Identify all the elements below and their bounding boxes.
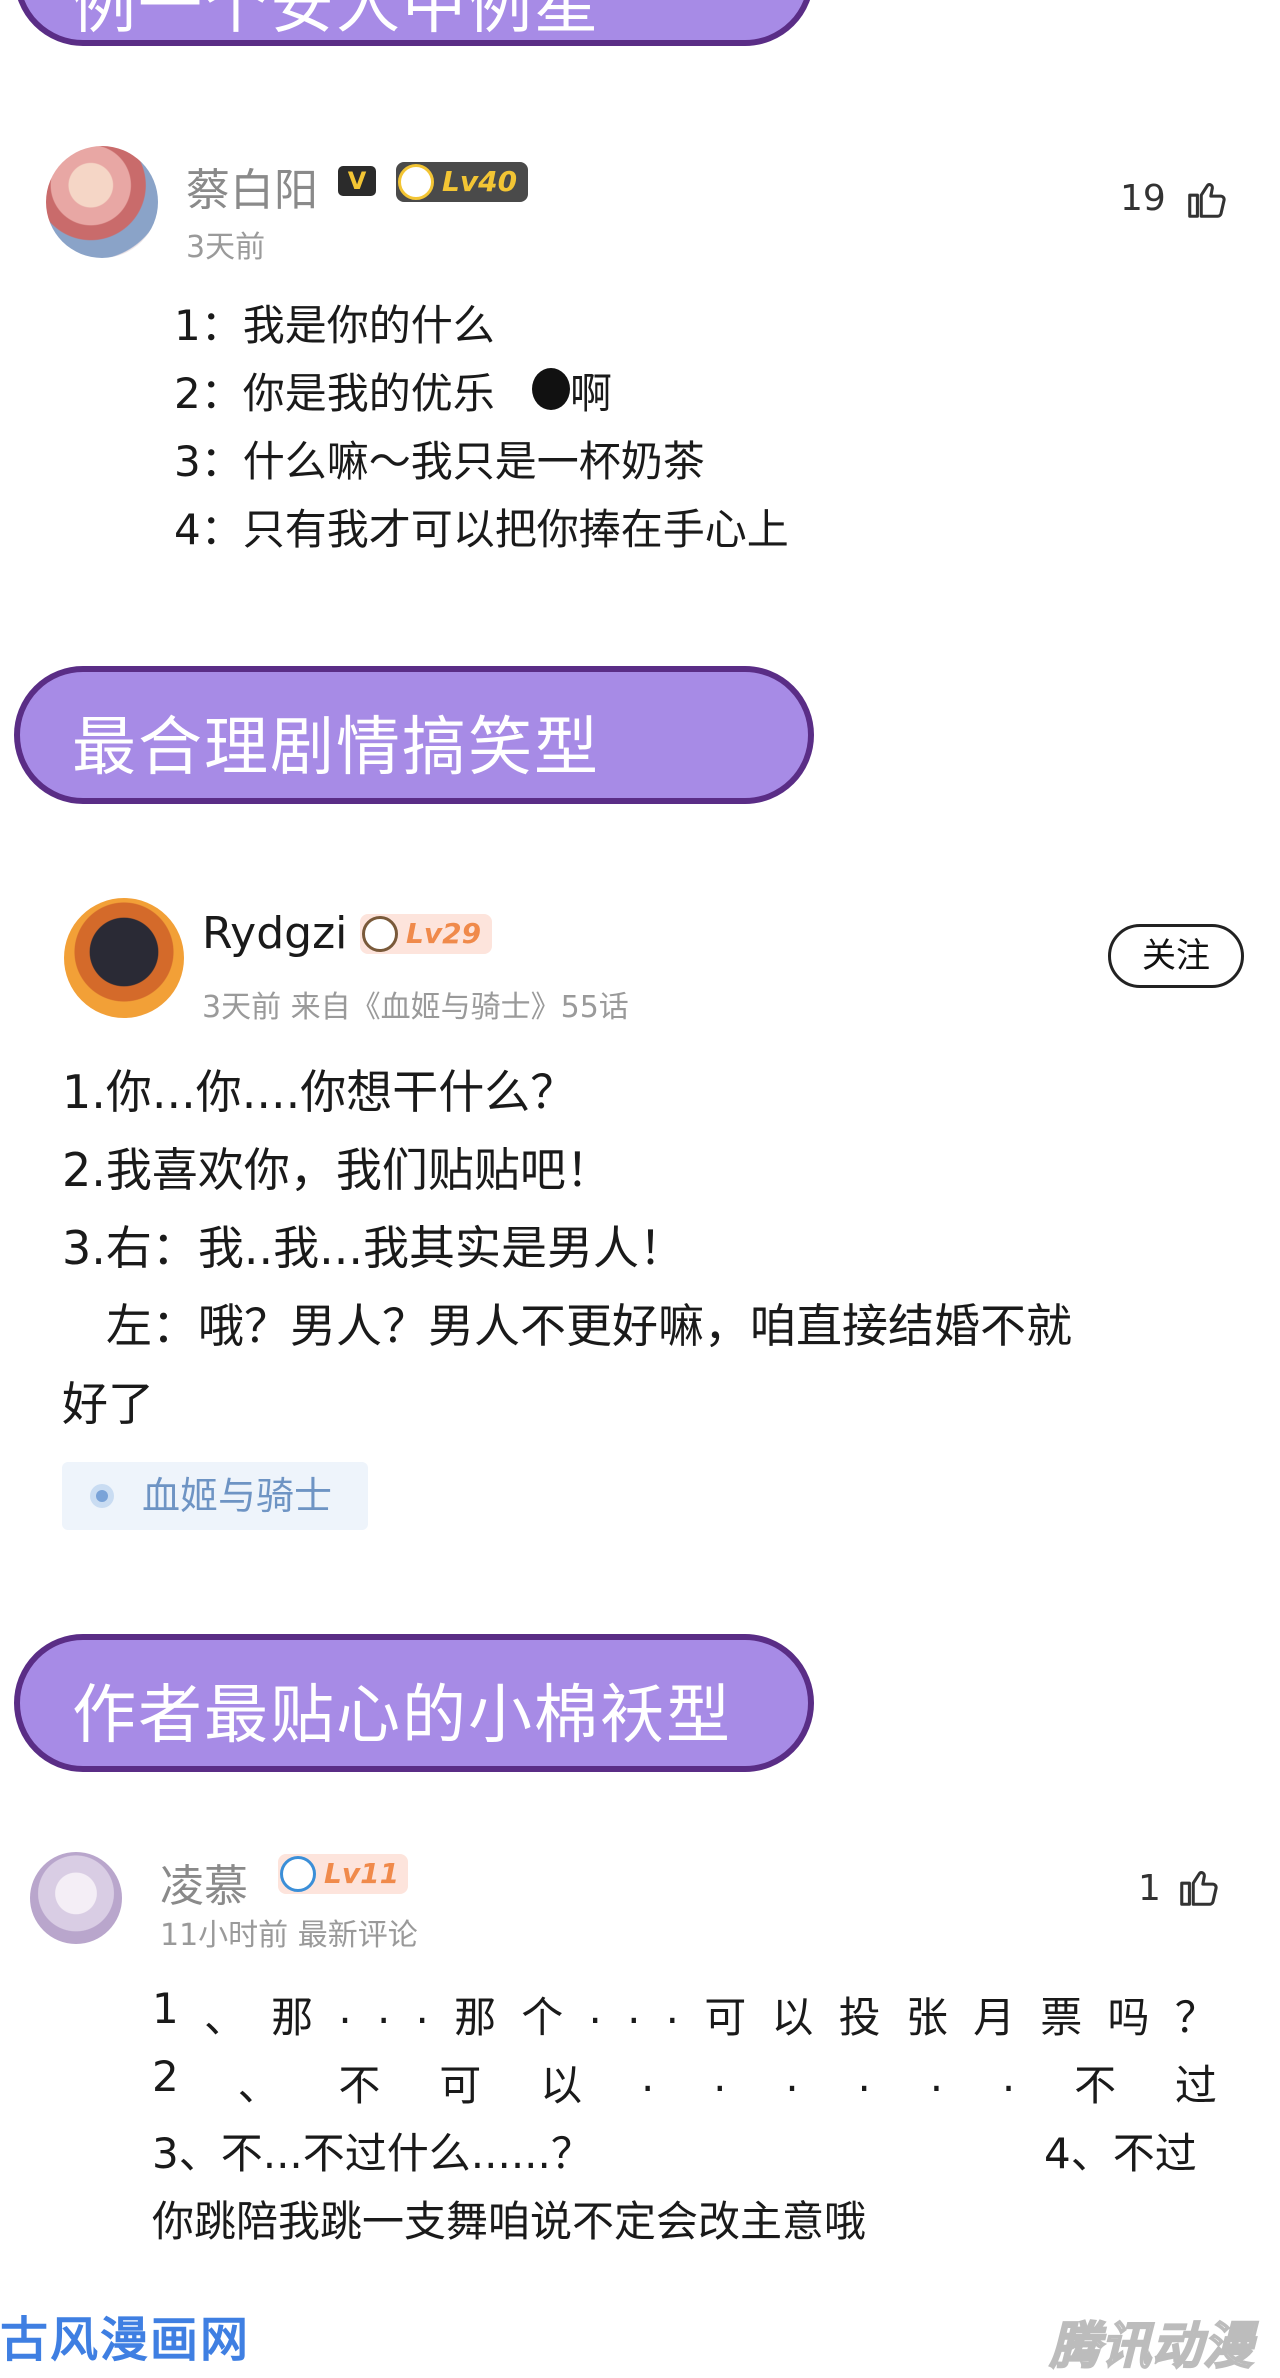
- char: 月: [973, 1993, 1016, 2042]
- topic-tag-label: 血姬与骑士: [142, 1474, 333, 1518]
- banner-title: 作者最贴心的小棉袄型: [72, 1679, 732, 1753]
- site-watermark-right: 腾讯动漫: [1049, 2316, 1254, 2376]
- banner-title: 最合理剧情搞笑型: [72, 711, 600, 785]
- topic-tag[interactable]: 血姬与骑士: [62, 1462, 368, 1530]
- level-text: Lv11: [324, 1857, 400, 1890]
- comment-line-3-left: 3、不...不过什么......？: [152, 2129, 593, 2178]
- char: 吗: [1107, 1993, 1150, 2042]
- comment-line-3: 3：什么嘛～我只是一杯奶茶: [174, 437, 705, 486]
- comment-line-2: 2 、 不 可 以 . . . . . . 不 过: [152, 2052, 1217, 2113]
- username[interactable]: 凌慕: [160, 1850, 248, 1914]
- char: ？: [1174, 1993, 1217, 2042]
- comment-line-2: 2.我喜欢你，我们贴贴吧！: [62, 1143, 612, 1197]
- char: 票: [1040, 1993, 1083, 2042]
- comment-line-4: 你跳陪我跳一支舞咱说不定会改主意哦: [152, 2197, 867, 2246]
- level-text: Lv40: [442, 165, 518, 198]
- section-banner-2: 作者最贴心的小棉袄型: [14, 1634, 814, 1772]
- avatar[interactable]: [30, 1852, 122, 1944]
- comment-line-4: 4：只有我才可以把你捧在手心上: [174, 505, 789, 554]
- char: 那: [454, 1993, 497, 2042]
- char: 过: [1174, 2061, 1217, 2110]
- comment-line-4: 左：哦？男人？男人不更好嘛，咱直接结婚不就: [106, 1299, 1072, 1353]
- char: 可: [704, 1993, 747, 2042]
- char: 可: [439, 2061, 482, 2110]
- level-face-icon: [362, 916, 398, 952]
- comment-line-3-right: 4、不过: [1044, 2129, 1197, 2178]
- char: .: [588, 1984, 602, 2033]
- level-badge: Lv29: [360, 914, 492, 954]
- char: 、: [237, 2061, 280, 2110]
- comment-line-1: 1.你...你....你想干什么？: [62, 1065, 577, 1119]
- char: .: [640, 2052, 655, 2101]
- thumbs-up-icon[interactable]: [1176, 1864, 1222, 1910]
- char: .: [415, 1984, 429, 2033]
- comment-time: 3天前: [186, 230, 266, 265]
- banner-title: 例一个安人中例星: [72, 0, 600, 43]
- level-text: Lv29: [406, 917, 482, 950]
- like-count: 1: [1138, 1868, 1161, 1909]
- crown-icon: [398, 164, 434, 200]
- avatar[interactable]: [46, 146, 158, 258]
- verified-badge: V: [338, 166, 376, 196]
- comment-line-5: 好了: [62, 1377, 154, 1431]
- thumbs-up-icon[interactable]: [1184, 176, 1230, 222]
- char: 不: [338, 2061, 381, 2110]
- comment-line-2: 2：你是我的优乐: [174, 369, 495, 418]
- char: 以: [771, 1993, 814, 2042]
- censor-blot: [532, 368, 570, 410]
- like-count: 19: [1120, 178, 1166, 219]
- char: 不: [1074, 2061, 1117, 2110]
- comment-meta: 11小时前 最新评论: [160, 1918, 418, 1953]
- char: 那: [271, 1993, 314, 2042]
- topic-dot-icon: [90, 1484, 114, 1508]
- level-badge: Lv40: [396, 162, 528, 202]
- comment-line-1: 1：我是你的什么: [174, 301, 495, 350]
- comment-line-3: 3.右：我..我...我其实是男人！: [62, 1221, 685, 1275]
- char: .: [627, 1984, 641, 2033]
- char: .: [1001, 2052, 1016, 2101]
- comment-line-1: 1 、 那 . . . 那 个 . . . 可 以 投 张 月 票 吗 ？: [152, 1984, 1217, 2045]
- avatar[interactable]: [64, 898, 184, 1018]
- username[interactable]: 蔡白阳: [186, 154, 318, 218]
- char: .: [338, 1984, 352, 2033]
- char: .: [929, 2052, 944, 2101]
- char: 2: [152, 2052, 179, 2101]
- char: .: [665, 1984, 679, 2033]
- comment-line-2-end: 啊: [570, 369, 613, 418]
- section-banner-top: 例一个安人中例星: [14, 0, 814, 46]
- char: .: [785, 2052, 799, 2101]
- site-watermark-left: 古风漫画网: [0, 2312, 251, 2368]
- char: 投: [838, 1993, 881, 2042]
- char: .: [376, 1984, 391, 2033]
- level-face-icon: [280, 1856, 316, 1892]
- char: 1: [152, 1984, 179, 2033]
- char: 、: [203, 1993, 246, 2042]
- char: 个: [521, 1993, 564, 2042]
- char: 以: [540, 2061, 583, 2110]
- follow-button[interactable]: 关注: [1108, 924, 1244, 988]
- section-banner-1: 最合理剧情搞笑型: [14, 666, 814, 804]
- char: 张: [905, 1993, 948, 2042]
- level-badge: Lv11: [278, 1854, 408, 1894]
- char: .: [857, 2052, 871, 2101]
- char: .: [713, 2052, 727, 2101]
- comment-meta: 3天前 来自《血姬与骑士》55话: [202, 990, 629, 1025]
- username[interactable]: Rydgzi: [202, 908, 347, 959]
